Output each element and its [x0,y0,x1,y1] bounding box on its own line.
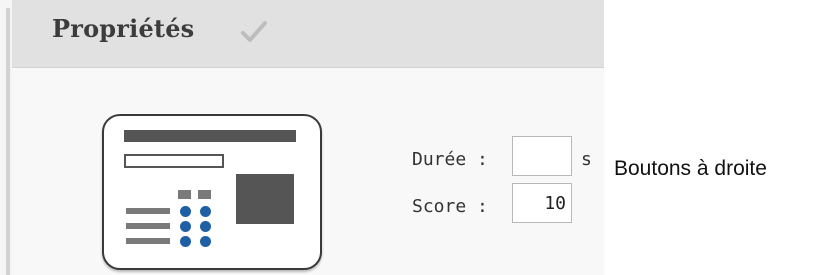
properties-panel: Propriétés Durée : s Score : [0,0,604,275]
template-title-bar [124,130,296,142]
score-input[interactable] [512,183,572,223]
template-button-dot [180,221,191,232]
template-button-dot [200,206,211,217]
properties-header: Propriétés [12,0,604,68]
template-button-line [126,208,170,214]
template-button-line [126,238,170,244]
properties-title: Propriétés [52,14,195,43]
duration-unit: s [581,149,592,170]
template-button-dot [200,221,211,232]
template-button-dot [200,236,211,247]
caption-text: Boutons à droite [614,157,767,180]
duration-input[interactable] [512,136,572,176]
template-text-field [124,154,224,168]
template-image-block [236,174,294,224]
score-label: Score : [412,196,488,217]
duration-label: Durée : [412,149,488,170]
template-button-dot [180,236,191,247]
template-button-dot [180,206,191,217]
panel-left-border [6,8,10,275]
buttons-right-template-icon[interactable] [102,114,322,270]
template-small-square [178,190,191,199]
template-button-line [126,223,170,229]
template-small-square [198,190,211,199]
check-icon [241,21,267,42]
